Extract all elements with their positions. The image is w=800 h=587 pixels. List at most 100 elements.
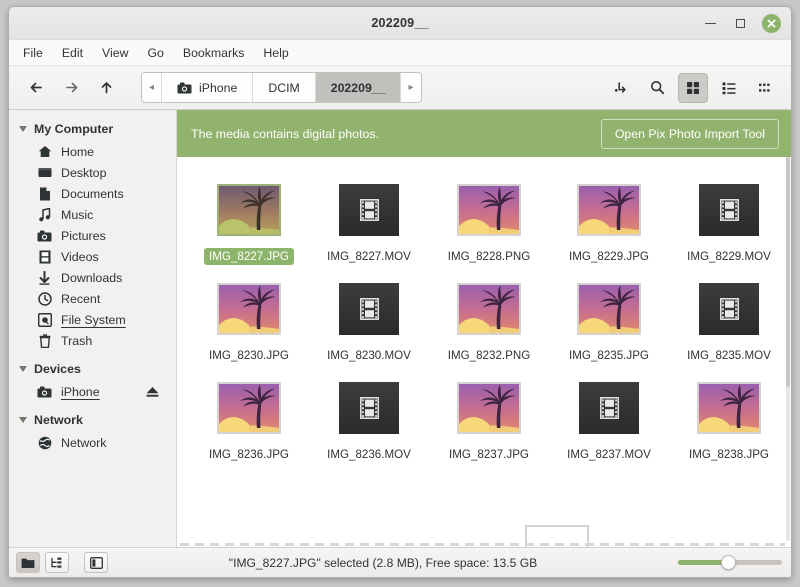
file-item[interactable]: IMG_8230.MOV: [309, 278, 429, 377]
sidebar-item-iphone[interactable]: iPhone: [9, 381, 176, 402]
close-icon[interactable]: [762, 14, 781, 33]
file-name-label: IMG_8229.JPG: [569, 250, 649, 263]
search-icon[interactable]: [642, 73, 672, 103]
file-thumbnail: [217, 278, 281, 340]
icon-view-button[interactable]: [678, 72, 708, 103]
sidebar-group-network[interactable]: Network: [9, 408, 176, 432]
file-item[interactable]: IMG_8237.JPG: [429, 377, 549, 476]
breadcrumb: ◂ iPhone DCIM 202209__ ▸: [141, 72, 422, 103]
sidebar-item-label: iPhone: [61, 384, 100, 399]
video-file-icon: [699, 283, 759, 335]
file-thumbnail: [339, 377, 399, 439]
breadcrumb-item-dcim[interactable]: DCIM: [253, 73, 316, 102]
camera-icon: [37, 230, 52, 242]
list-view-button[interactable]: [714, 73, 744, 103]
window-title: 202209__: [371, 16, 429, 30]
file-item[interactable]: IMG_8227.JPG: [189, 179, 309, 278]
zoom-slider[interactable]: [678, 555, 782, 570]
zoom-slider-fill: [678, 560, 725, 565]
sidebar-item-home[interactable]: Home: [9, 141, 176, 162]
image-thumbnail-icon: [697, 382, 761, 434]
sidebar-item-pictures[interactable]: Pictures: [9, 225, 176, 246]
chevron-left-icon: ◂: [149, 82, 155, 93]
file-item[interactable]: IMG_8238.JPG: [669, 377, 789, 476]
sidebar-item-documents[interactable]: Documents: [9, 183, 176, 204]
horizontal-scrollbar[interactable]: [180, 543, 785, 546]
file-name-label: IMG_8237.MOV: [567, 448, 651, 461]
sidebar-item-music[interactable]: Music: [9, 204, 176, 225]
menu-help[interactable]: Help: [263, 46, 288, 60]
file-item[interactable]: IMG_8229.MOV: [669, 179, 789, 278]
maximize-icon[interactable]: [732, 15, 749, 32]
image-thumbnail-icon: [577, 283, 641, 335]
file-item[interactable]: IMG_8237.MOV: [549, 377, 669, 476]
video-file-icon: [339, 184, 399, 236]
sidebar-item-label: Music: [61, 207, 94, 222]
file-grid-row: IMG_8227.JPG IMG_8227.MOV IMG_8228.PNG IMG_…: [177, 179, 791, 278]
sidebar-item-downloads[interactable]: Downloads: [9, 267, 176, 288]
up-arrow-icon[interactable]: [93, 74, 120, 101]
sidebar-item-videos[interactable]: Videos: [9, 246, 176, 267]
image-thumbnail-icon: [457, 382, 521, 434]
eject-icon[interactable]: [145, 386, 160, 398]
menu-bookmarks[interactable]: Bookmarks: [183, 46, 245, 60]
file-item[interactable]: IMG_8230.JPG: [189, 278, 309, 377]
file-name-label: IMG_8230.MOV: [327, 349, 411, 362]
file-item[interactable]: IMG_8232.PNG: [429, 278, 549, 377]
menu-view[interactable]: View: [102, 46, 128, 60]
sidebar-item-recent[interactable]: Recent: [9, 288, 176, 309]
breadcrumb-scroll-right[interactable]: ▸: [401, 73, 421, 102]
file-name-label: IMG_8229.MOV: [687, 250, 771, 263]
file-thumbnail: [699, 179, 759, 241]
menu-bar: File Edit View Go Bookmarks Help: [9, 40, 791, 66]
status-message: "IMG_8227.JPG" selected (2.8 MB), Free s…: [228, 555, 538, 570]
path-entry-icon[interactable]: [606, 73, 636, 103]
menu-edit[interactable]: Edit: [62, 46, 83, 60]
breadcrumb-item-iphone[interactable]: iPhone: [162, 73, 254, 102]
file-thumbnail: [577, 278, 641, 340]
file-name-label: IMG_8236.MOV: [327, 448, 411, 461]
forward-arrow-icon[interactable]: [58, 74, 85, 101]
sidebar-item-label: Pictures: [61, 228, 106, 243]
file-thumbnail: [699, 278, 759, 340]
open-import-tool-button[interactable]: Open Pix Photo Import Tool: [600, 118, 779, 149]
file-item[interactable]: IMG_8229.JPG: [549, 179, 669, 278]
sidebar-group-my-computer[interactable]: My Computer: [9, 117, 176, 141]
status-bar: "IMG_8227.JPG" selected (2.8 MB), Free s…: [9, 547, 791, 577]
sidebar-group-devices[interactable]: Devices: [9, 357, 176, 381]
file-item[interactable]: IMG_8235.MOV: [669, 278, 789, 377]
toolbar: ◂ iPhone DCIM 202209__ ▸: [9, 66, 791, 110]
sidebar-group-label: Devices: [34, 362, 81, 376]
menu-file[interactable]: File: [23, 46, 43, 60]
breadcrumb-item-current[interactable]: 202209__: [315, 73, 402, 102]
sidebar-item-network[interactable]: Network: [9, 432, 176, 453]
file-thumbnail: [339, 278, 399, 340]
zoom-slider-handle[interactable]: [720, 555, 736, 570]
image-thumbnail-icon: [577, 184, 641, 236]
sidebar-item-file-system[interactable]: File System: [9, 309, 176, 330]
sidebar-item-desktop[interactable]: Desktop: [9, 162, 176, 183]
menu-go[interactable]: Go: [147, 46, 163, 60]
music-note-icon: [37, 207, 52, 222]
sidebar-item-trash[interactable]: Trash: [9, 330, 176, 351]
file-item[interactable]: IMG_8236.JPG: [189, 377, 309, 476]
compact-view-button[interactable]: [750, 73, 780, 103]
back-arrow-icon[interactable]: [23, 74, 50, 101]
breadcrumb-scroll-left[interactable]: ◂: [142, 73, 163, 102]
chevron-down-icon: [19, 126, 27, 132]
sidebar-group-label: Network: [34, 413, 83, 427]
file-item[interactable]: IMG_8228.PNG: [429, 179, 549, 278]
file-item[interactable]: IMG_8236.MOV: [309, 377, 429, 476]
breadcrumb-label: DCIM: [268, 80, 300, 95]
tree-view-button[interactable]: [45, 552, 69, 573]
file-thumbnail: [217, 377, 281, 439]
file-grid[interactable]: IMG_8227.JPG IMG_8227.MOV IMG_8228.PNG IMG_…: [177, 157, 791, 547]
minimize-icon[interactable]: [702, 15, 719, 32]
file-item[interactable]: IMG_8235.JPG: [549, 278, 669, 377]
file-name-label: IMG_8230.JPG: [209, 349, 289, 362]
file-item[interactable]: IMG_8227.MOV: [309, 179, 429, 278]
vertical-scrollbar[interactable]: [786, 157, 790, 541]
chevron-right-icon: ▸: [408, 82, 414, 93]
sidebar-item-label: Videos: [61, 249, 99, 264]
folder-view-button[interactable]: [16, 552, 40, 573]
